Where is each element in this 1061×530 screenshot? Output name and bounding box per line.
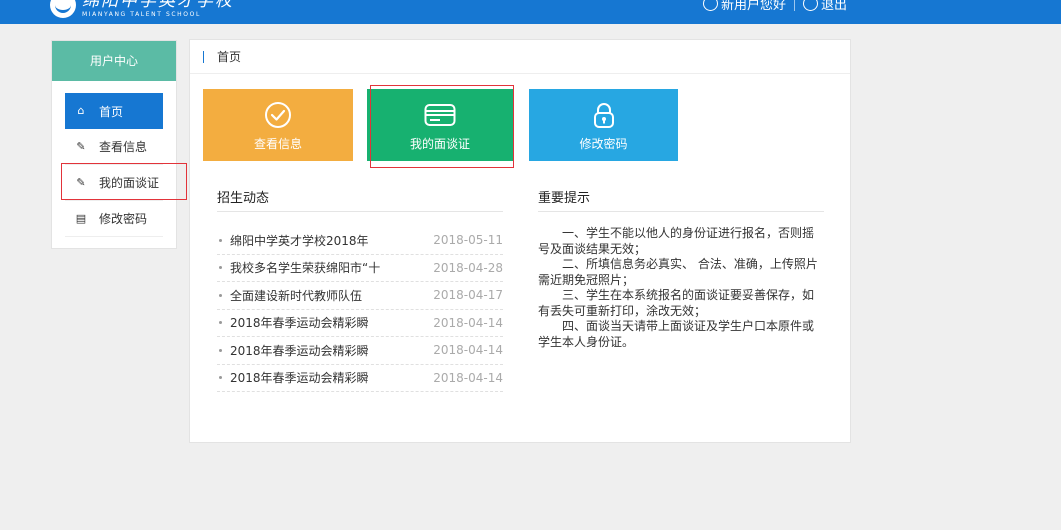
news-item-date: 2018-04-14 bbox=[433, 343, 503, 358]
news-section: 招生动态 绵阳中学英才学校2018年 2018-05-11 我校多名学生荣获绵阳… bbox=[217, 188, 503, 392]
sidebar-item-interview-card[interactable]: ✎ 我的面谈证 bbox=[65, 165, 163, 201]
news-item-title: 2018年春季运动会精彩瞬 bbox=[230, 371, 369, 386]
check-circle-icon bbox=[265, 102, 291, 128]
news-item-title: 绵阳中学英才学校2018年 bbox=[230, 233, 369, 248]
tile-interview-card[interactable]: 我的面谈证 bbox=[367, 89, 513, 161]
sidebar-item-view-info[interactable]: ✎ 查看信息 bbox=[65, 129, 163, 165]
tile-label: 我的面谈证 bbox=[409, 137, 470, 151]
user-icon bbox=[702, 0, 718, 11]
logo-emblem-icon bbox=[50, 0, 76, 18]
lock-icon bbox=[593, 103, 614, 128]
sidebar-item-label: 我的面谈证 bbox=[99, 176, 160, 190]
edit-icon: ✎ bbox=[76, 175, 86, 189]
header-divider bbox=[793, 0, 795, 11]
tips-title: 重要提示 bbox=[538, 188, 824, 212]
tip-paragraph: 三、学生在本系统报名的面谈证要妥善保存，如有丢失可重新打印，涂改无效； bbox=[538, 288, 815, 318]
tile-label: 查看信息 bbox=[253, 137, 302, 151]
news-item-title: 全面建设新时代教师队伍 bbox=[230, 288, 363, 303]
breadcrumb-current: 首页 bbox=[217, 50, 242, 64]
logo-chinese-name: 绵阳中学英才学校 bbox=[82, 0, 234, 11]
list-item[interactable]: 2018年春季运动会精彩瞬 2018-04-14 bbox=[217, 310, 503, 337]
news-item-date: 2018-04-14 bbox=[433, 370, 503, 385]
sidebar-item-home[interactable]: ⌂ 首页 bbox=[65, 93, 163, 129]
news-item-title: 2018年春季运动会精彩瞬 bbox=[230, 343, 369, 358]
id-card-icon bbox=[424, 104, 456, 126]
breadcrumb-marker bbox=[203, 50, 204, 63]
school-logo[interactable]: 绵阳中学英才学校 MIANYANG TALENT SCHOOL bbox=[50, 0, 234, 20]
list-item[interactable]: 2018年春季运动会精彩瞬 2018-04-14 bbox=[217, 365, 503, 392]
main-panel: 首页 查看信息 我的面谈证 修改密码 招生动态 绵阳中学英才学校2018年 20… bbox=[189, 39, 851, 443]
news-list: 绵阳中学英才学校2018年 2018-05-11 我校多名学生荣获绵阳市“十 2… bbox=[217, 227, 503, 392]
tip-paragraph: 二、所填信息务必真实、 合法、准确，上传照片需近期免冠照片； bbox=[538, 257, 818, 287]
list-item[interactable]: 绵阳中学英才学校2018年 2018-05-11 bbox=[217, 227, 503, 255]
power-icon bbox=[802, 0, 818, 11]
user-greeting[interactable]: 新用户您好 bbox=[721, 0, 786, 13]
news-item-date: 2018-04-28 bbox=[433, 260, 503, 275]
tip-paragraph: 四、面谈当天请带上面谈证及学生户口本原件或学生本人身份证。 bbox=[538, 319, 815, 349]
bullet-icon bbox=[219, 238, 222, 242]
tip-paragraph: 一、学生不能以他人的身份证进行报名，否则摇号及面谈结果无效； bbox=[538, 226, 815, 256]
sidebar-item-label: 首页 bbox=[99, 104, 124, 119]
sidebar: 用户中心 ⌂ 首页 ✎ 查看信息 ✎ 我的面谈证 ▤ 修改密码 bbox=[51, 40, 177, 249]
logo-english-name: MIANYANG TALENT SCHOOL bbox=[82, 10, 201, 18]
sidebar-menu: ⌂ 首页 ✎ 查看信息 ✎ 我的面谈证 ▤ 修改密码 bbox=[52, 81, 176, 237]
tips-body: 一、学生不能以他人的身份证进行报名，否则摇号及面谈结果无效； 二、所填信息务必真… bbox=[538, 226, 824, 350]
sidebar-item-label: 查看信息 bbox=[99, 140, 148, 154]
news-item-title: 2018年春季运动会精彩瞬 bbox=[230, 316, 369, 331]
sidebar-item-change-password[interactable]: ▤ 修改密码 bbox=[65, 201, 163, 237]
breadcrumb: 首页 bbox=[190, 40, 850, 74]
news-item-date: 2018-04-14 bbox=[433, 315, 503, 330]
user-area: 新用户您好 退出 bbox=[702, 0, 847, 13]
list-item[interactable]: 全面建设新时代教师队伍 2018-04-17 bbox=[217, 282, 503, 310]
list-item[interactable]: 我校多名学生荣获绵阳市“十 2018-04-28 bbox=[217, 255, 503, 282]
news-title: 招生动态 bbox=[217, 188, 503, 212]
news-item-date: 2018-05-11 bbox=[433, 233, 503, 248]
news-item-title: 我校多名学生荣获绵阳市“十 bbox=[230, 261, 381, 276]
news-item-date: 2018-04-17 bbox=[433, 288, 503, 303]
tips-section: 重要提示 一、学生不能以他人的身份证进行报名，否则摇号及面谈结果无效； 二、所填… bbox=[538, 188, 824, 350]
bullet-icon bbox=[219, 266, 222, 270]
list-item[interactable]: 2018年春季运动会精彩瞬 2018-04-14 bbox=[217, 337, 503, 365]
top-header: 绵阳中学英才学校 MIANYANG TALENT SCHOOL 新用户您好 退出 bbox=[0, 0, 1061, 24]
bullet-icon bbox=[219, 376, 222, 380]
tile-view-info[interactable]: 查看信息 bbox=[203, 89, 353, 161]
tile-label: 修改密码 bbox=[579, 137, 628, 151]
sidebar-item-label: 修改密码 bbox=[99, 212, 148, 226]
sidebar-title: 用户中心 bbox=[52, 41, 176, 81]
bullet-icon bbox=[219, 293, 222, 297]
logout-link[interactable]: 退出 bbox=[821, 0, 847, 13]
bullet-icon bbox=[219, 348, 222, 352]
document-icon: ▤ bbox=[75, 211, 87, 225]
edit-icon: ✎ bbox=[76, 139, 86, 153]
home-icon: ⌂ bbox=[77, 104, 85, 117]
bullet-icon bbox=[219, 321, 222, 325]
tile-change-password[interactable]: 修改密码 bbox=[529, 89, 678, 161]
